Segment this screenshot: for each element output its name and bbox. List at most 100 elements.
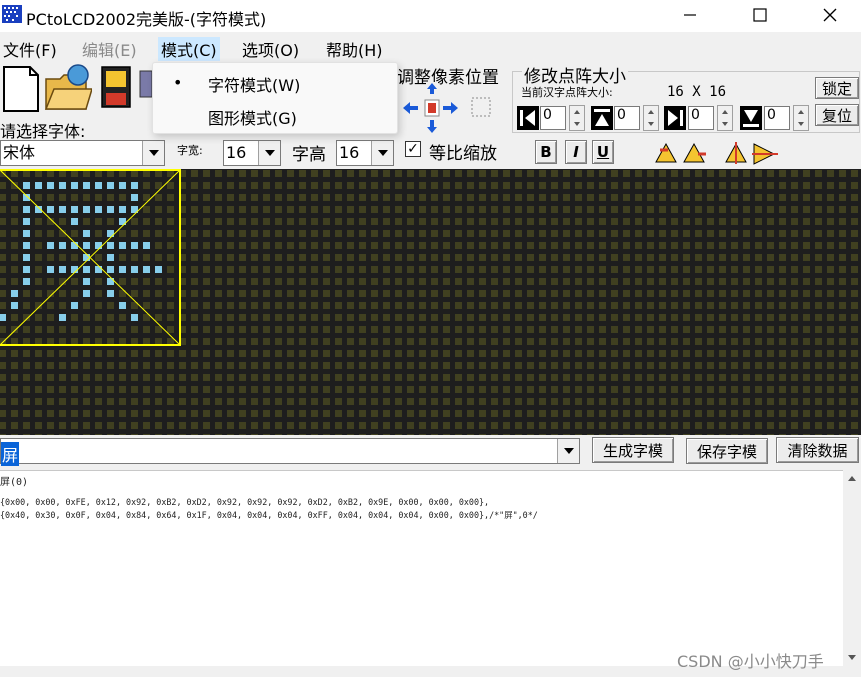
- pixel[interactable]: [815, 326, 822, 333]
- pixel[interactable]: [431, 254, 438, 261]
- pixel[interactable]: [35, 254, 42, 261]
- pixel[interactable]: [95, 362, 102, 369]
- pixel[interactable]: [71, 362, 78, 369]
- pixel[interactable]: [515, 278, 522, 285]
- pixel[interactable]: [251, 410, 258, 417]
- pixel[interactable]: [539, 290, 546, 297]
- pixel[interactable]: [239, 194, 246, 201]
- pixel[interactable]: [623, 338, 630, 345]
- pixel[interactable]: [143, 170, 150, 177]
- pixel[interactable]: [635, 386, 642, 393]
- pixel[interactable]: [59, 290, 66, 297]
- pixel[interactable]: [383, 218, 390, 225]
- pixel[interactable]: [731, 350, 738, 357]
- lit-pixel[interactable]: [83, 182, 90, 189]
- pixel[interactable]: [347, 278, 354, 285]
- pixel[interactable]: [551, 374, 558, 381]
- pixel[interactable]: [0, 182, 6, 189]
- pixel[interactable]: [551, 170, 558, 177]
- pixel[interactable]: [731, 326, 738, 333]
- pixel[interactable]: [695, 182, 702, 189]
- pixel[interactable]: [599, 374, 606, 381]
- pixel[interactable]: [419, 182, 426, 189]
- pixel[interactable]: [47, 254, 54, 261]
- pixel[interactable]: [287, 398, 294, 405]
- pixel[interactable]: [179, 386, 186, 393]
- pixel[interactable]: [815, 410, 822, 417]
- pixel[interactable]: [467, 350, 474, 357]
- pixel[interactable]: [851, 386, 858, 393]
- pixel[interactable]: [839, 182, 846, 189]
- pixel[interactable]: [371, 302, 378, 309]
- pixel[interactable]: [347, 386, 354, 393]
- pixel[interactable]: [35, 338, 42, 345]
- pixel[interactable]: [59, 338, 66, 345]
- lit-pixel[interactable]: [59, 182, 66, 189]
- pixel[interactable]: [227, 362, 234, 369]
- pixel[interactable]: [419, 314, 426, 321]
- pixel[interactable]: [575, 398, 582, 405]
- pixel[interactable]: [539, 374, 546, 381]
- pixel[interactable]: [851, 350, 858, 357]
- pixel[interactable]: [335, 326, 342, 333]
- pixel[interactable]: [707, 194, 714, 201]
- pixel[interactable]: [479, 278, 486, 285]
- pixel[interactable]: [839, 386, 846, 393]
- pixel[interactable]: [815, 434, 822, 435]
- pixel[interactable]: [671, 170, 678, 177]
- pixel[interactable]: [167, 278, 174, 285]
- pixel[interactable]: [383, 182, 390, 189]
- pixel[interactable]: [35, 422, 42, 429]
- chevron-down-icon[interactable]: [557, 439, 579, 463]
- lit-pixel[interactable]: [107, 266, 114, 273]
- pixel[interactable]: [803, 218, 810, 225]
- pixel[interactable]: [383, 350, 390, 357]
- pixel[interactable]: [755, 206, 762, 213]
- pixel[interactable]: [623, 242, 630, 249]
- pixel[interactable]: [71, 434, 78, 435]
- pixel[interactable]: [419, 326, 426, 333]
- pixel[interactable]: [239, 362, 246, 369]
- lit-pixel[interactable]: [71, 302, 78, 309]
- pixel[interactable]: [0, 254, 6, 261]
- pixel[interactable]: [239, 386, 246, 393]
- pixel[interactable]: [827, 266, 834, 273]
- pixel[interactable]: [335, 350, 342, 357]
- pixel[interactable]: [239, 278, 246, 285]
- pixel[interactable]: [791, 374, 798, 381]
- pixel[interactable]: [575, 206, 582, 213]
- pixel[interactable]: [359, 302, 366, 309]
- pixel[interactable]: [335, 266, 342, 273]
- pixel[interactable]: [611, 326, 618, 333]
- pixel[interactable]: [287, 290, 294, 297]
- pixel[interactable]: [167, 386, 174, 393]
- pixel[interactable]: [323, 422, 330, 429]
- pixel[interactable]: [671, 230, 678, 237]
- pixel[interactable]: [623, 182, 630, 189]
- pixel[interactable]: [827, 386, 834, 393]
- pixel[interactable]: [575, 362, 582, 369]
- pixel[interactable]: [143, 350, 150, 357]
- pixel[interactable]: [215, 350, 222, 357]
- pixel[interactable]: [35, 266, 42, 273]
- pixel[interactable]: [779, 434, 786, 435]
- pixel[interactable]: [515, 350, 522, 357]
- pixel[interactable]: [527, 434, 534, 435]
- pixel[interactable]: [359, 434, 366, 435]
- pixel[interactable]: [743, 338, 750, 345]
- pixel[interactable]: [419, 338, 426, 345]
- pixel[interactable]: [371, 266, 378, 273]
- pixel[interactable]: [467, 278, 474, 285]
- pixel[interactable]: [251, 422, 258, 429]
- pixel[interactable]: [335, 278, 342, 285]
- pixel[interactable]: [599, 266, 606, 273]
- pixel[interactable]: [35, 242, 42, 249]
- pixel[interactable]: [107, 350, 114, 357]
- pixel[interactable]: [251, 362, 258, 369]
- pixel[interactable]: [491, 314, 498, 321]
- pixel[interactable]: [95, 230, 102, 237]
- pixel[interactable]: [695, 314, 702, 321]
- pixel[interactable]: [515, 266, 522, 273]
- pixel[interactable]: [71, 422, 78, 429]
- pixel[interactable]: [203, 290, 210, 297]
